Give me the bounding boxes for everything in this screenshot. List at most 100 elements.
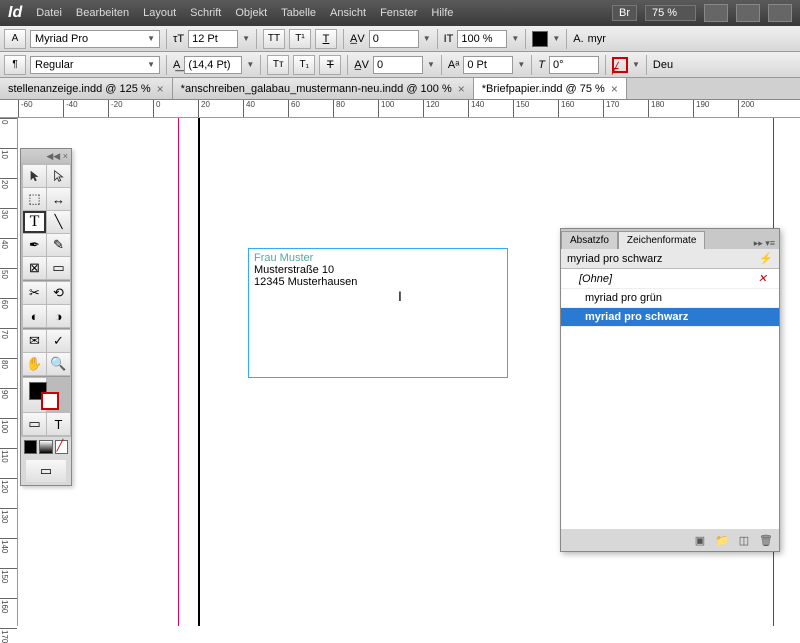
charstyle-label: A. <box>573 33 583 45</box>
style-myriad-schwarz[interactable]: myriad pro schwarz <box>561 308 779 327</box>
tab-stellenanzeige[interactable]: stellenanzeige.indd @ 125 %× <box>0 78 173 99</box>
horizontal-ruler[interactable]: -60-40-200204060801001201401501601701801… <box>0 100 800 118</box>
fill-stroke-proxy[interactable] <box>23 378 46 412</box>
vscale-icon: IT <box>444 33 454 45</box>
tools-collapse[interactable]: ◀◀ × <box>21 149 71 163</box>
workspace: 0102030405060708090100110120130140150160… <box>0 118 800 626</box>
stroke-proxy-icon[interactable]: ╱ <box>612 57 628 73</box>
leading-input[interactable]: (14,4 Pt) <box>184 56 242 74</box>
arrange-icon[interactable] <box>768 4 792 22</box>
pen-tool[interactable]: ✒ <box>23 234 46 256</box>
new-style-icon[interactable]: ◫ <box>737 533 751 547</box>
menu-fenster[interactable]: Fenster <box>380 7 417 19</box>
current-style-label: myriad pro schwarz <box>567 253 662 265</box>
zoom-tool[interactable]: 🔍 <box>47 353 70 375</box>
tab-briefpapier[interactable]: *Briefpapier.indd @ 75 %× <box>474 78 627 99</box>
close-icon[interactable]: × <box>611 82 618 96</box>
margin-guide <box>178 118 179 626</box>
gap-tool[interactable]: ↔ <box>47 188 70 210</box>
tab-absatzformate[interactable]: Absatzfo <box>561 231 618 249</box>
para-format-button[interactable]: ¶ <box>4 55 26 75</box>
menu-hilfe[interactable]: Hilfe <box>431 7 453 19</box>
view-mode[interactable]: ▭ <box>26 460 66 482</box>
quick-apply-icon[interactable]: ⚡ <box>759 252 773 265</box>
tab-anschreiben[interactable]: *anschreiben_galabau_mustermann-neu.indd… <box>173 78 474 99</box>
vscale-input[interactable]: 100 % <box>457 30 507 48</box>
font-family-select[interactable]: Myriad Pro▼ <box>30 30 160 48</box>
baseline-icon: Aᵃ <box>448 59 459 71</box>
baseline-input[interactable]: 0 Pt <box>463 56 513 74</box>
apply-color[interactable] <box>24 440 37 454</box>
menu-schrift[interactable]: Schrift <box>190 7 221 19</box>
zoom-select[interactable]: 75 %▼ <box>645 5 696 21</box>
text-line2[interactable]: Musterstraße 10 <box>254 264 502 276</box>
new-folder-icon[interactable]: 📁 <box>715 533 729 547</box>
style-none[interactable]: [Ohne]✕ <box>561 269 779 289</box>
vertical-ruler[interactable]: 0102030405060708090100110120130140150160… <box>0 118 18 626</box>
rectangle-tool[interactable]: ▭ <box>47 257 70 279</box>
scissors-tool[interactable]: ✂ <box>23 282 46 304</box>
pencil-tool[interactable]: ✎ <box>47 234 70 256</box>
char-format-button[interactable]: A <box>4 29 26 49</box>
strike-button[interactable]: T <box>319 55 341 75</box>
gradient-swatch-tool[interactable]: ◐ <box>23 305 46 327</box>
menu-datei[interactable]: Datei <box>36 7 62 19</box>
subscript-button[interactable]: T₁ <box>293 55 315 75</box>
text-line1[interactable]: Frau Muster <box>254 252 502 264</box>
hand-tool[interactable]: ✋ <box>23 353 46 375</box>
close-icon[interactable]: × <box>458 82 465 96</box>
menu-layout[interactable]: Layout <box>143 7 176 19</box>
free-transform-tool[interactable]: ⟲ <box>47 282 70 304</box>
type-tool[interactable]: T <box>23 211 46 233</box>
font-size-input[interactable]: 12 Pt <box>188 30 238 48</box>
eyedropper-tool[interactable]: ✓ <box>47 330 70 352</box>
gradient-feather-tool[interactable]: ◑ <box>47 305 70 327</box>
note-tool[interactable]: ✉ <box>23 330 46 352</box>
style-group-icon[interactable]: ▣ <box>693 533 707 547</box>
character-styles-panel: Absatzfo Zeichenformate ▸▸ ▾≡ myriad pro… <box>560 228 780 552</box>
text-cursor-icon: I <box>398 288 402 304</box>
styles-list: [Ohne]✕ myriad pro grün myriad pro schwa… <box>561 269 779 529</box>
superscript-button[interactable]: T¹ <box>289 29 311 49</box>
delete-style-icon[interactable]: 🗑 <box>759 533 773 547</box>
tools-panel: ◀◀ × ⬚ ↔ T ╲ ✒ ✎ ⊠ ▭ ✂ ⟲ ◐ ◑ ✉ ✓ ✋ 🔍 <box>20 148 72 486</box>
skew-input[interactable]: 0° <box>549 56 599 74</box>
tracking-icon: A̲V <box>354 59 369 71</box>
rectangle-frame-tool[interactable]: ⊠ <box>23 257 46 279</box>
menu-bearbeiten[interactable]: Bearbeiten <box>76 7 129 19</box>
style-myriad-gruen[interactable]: myriad pro grün <box>561 289 779 308</box>
menu-objekt[interactable]: Objekt <box>235 7 267 19</box>
page-edge <box>198 118 200 626</box>
direct-selection-tool[interactable] <box>47 165 70 187</box>
menu-ansicht[interactable]: Ansicht <box>330 7 366 19</box>
apply-gradient[interactable] <box>39 440 52 454</box>
charstyle-value[interactable]: myr <box>588 33 606 45</box>
apply-none[interactable]: ╱ <box>55 440 68 454</box>
underline-button[interactable]: T <box>315 29 337 49</box>
app-logo: Id <box>8 4 22 22</box>
panel-menu-icon[interactable]: ▸▸ ▾≡ <box>750 238 779 249</box>
line-tool[interactable]: ╲ <box>47 211 70 233</box>
text-frame[interactable]: Frau Muster Musterstraße 10 12345 Muster… <box>248 248 508 378</box>
kerning-input[interactable]: 0 <box>369 30 419 48</box>
skew-icon: T <box>538 59 545 71</box>
fill-proxy-icon[interactable] <box>532 31 548 47</box>
close-icon[interactable]: × <box>157 82 164 96</box>
font-style-select[interactable]: Regular▼ <box>30 56 160 74</box>
tab-zeichenformate[interactable]: Zeichenformate <box>618 231 705 249</box>
view-options-icon[interactable] <box>704 4 728 22</box>
tracking-input[interactable]: 0 <box>373 56 423 74</box>
menu-tabelle[interactable]: Tabelle <box>281 7 316 19</box>
allcaps-button[interactable]: TT <box>263 29 285 49</box>
selection-tool[interactable] <box>23 165 46 187</box>
page-tool[interactable]: ⬚ <box>23 188 46 210</box>
clear-override-icon[interactable]: ✕ <box>758 272 767 285</box>
control-panel-row2: ¶ Regular▼ A͟ (14,4 Pt)▼ Tᴛ T₁ T A̲V 0▼ … <box>0 52 800 78</box>
smallcaps-button[interactable]: Tᴛ <box>267 55 289 75</box>
formatting-text[interactable]: T <box>47 413 70 435</box>
text-line3[interactable]: 12345 Musterhausen <box>254 276 502 288</box>
formatting-container[interactable]: ▭ <box>23 413 46 435</box>
screen-mode-icon[interactable] <box>736 4 760 22</box>
bridge-button[interactable]: Br <box>612 5 637 21</box>
language-value[interactable]: Deu <box>653 59 673 71</box>
